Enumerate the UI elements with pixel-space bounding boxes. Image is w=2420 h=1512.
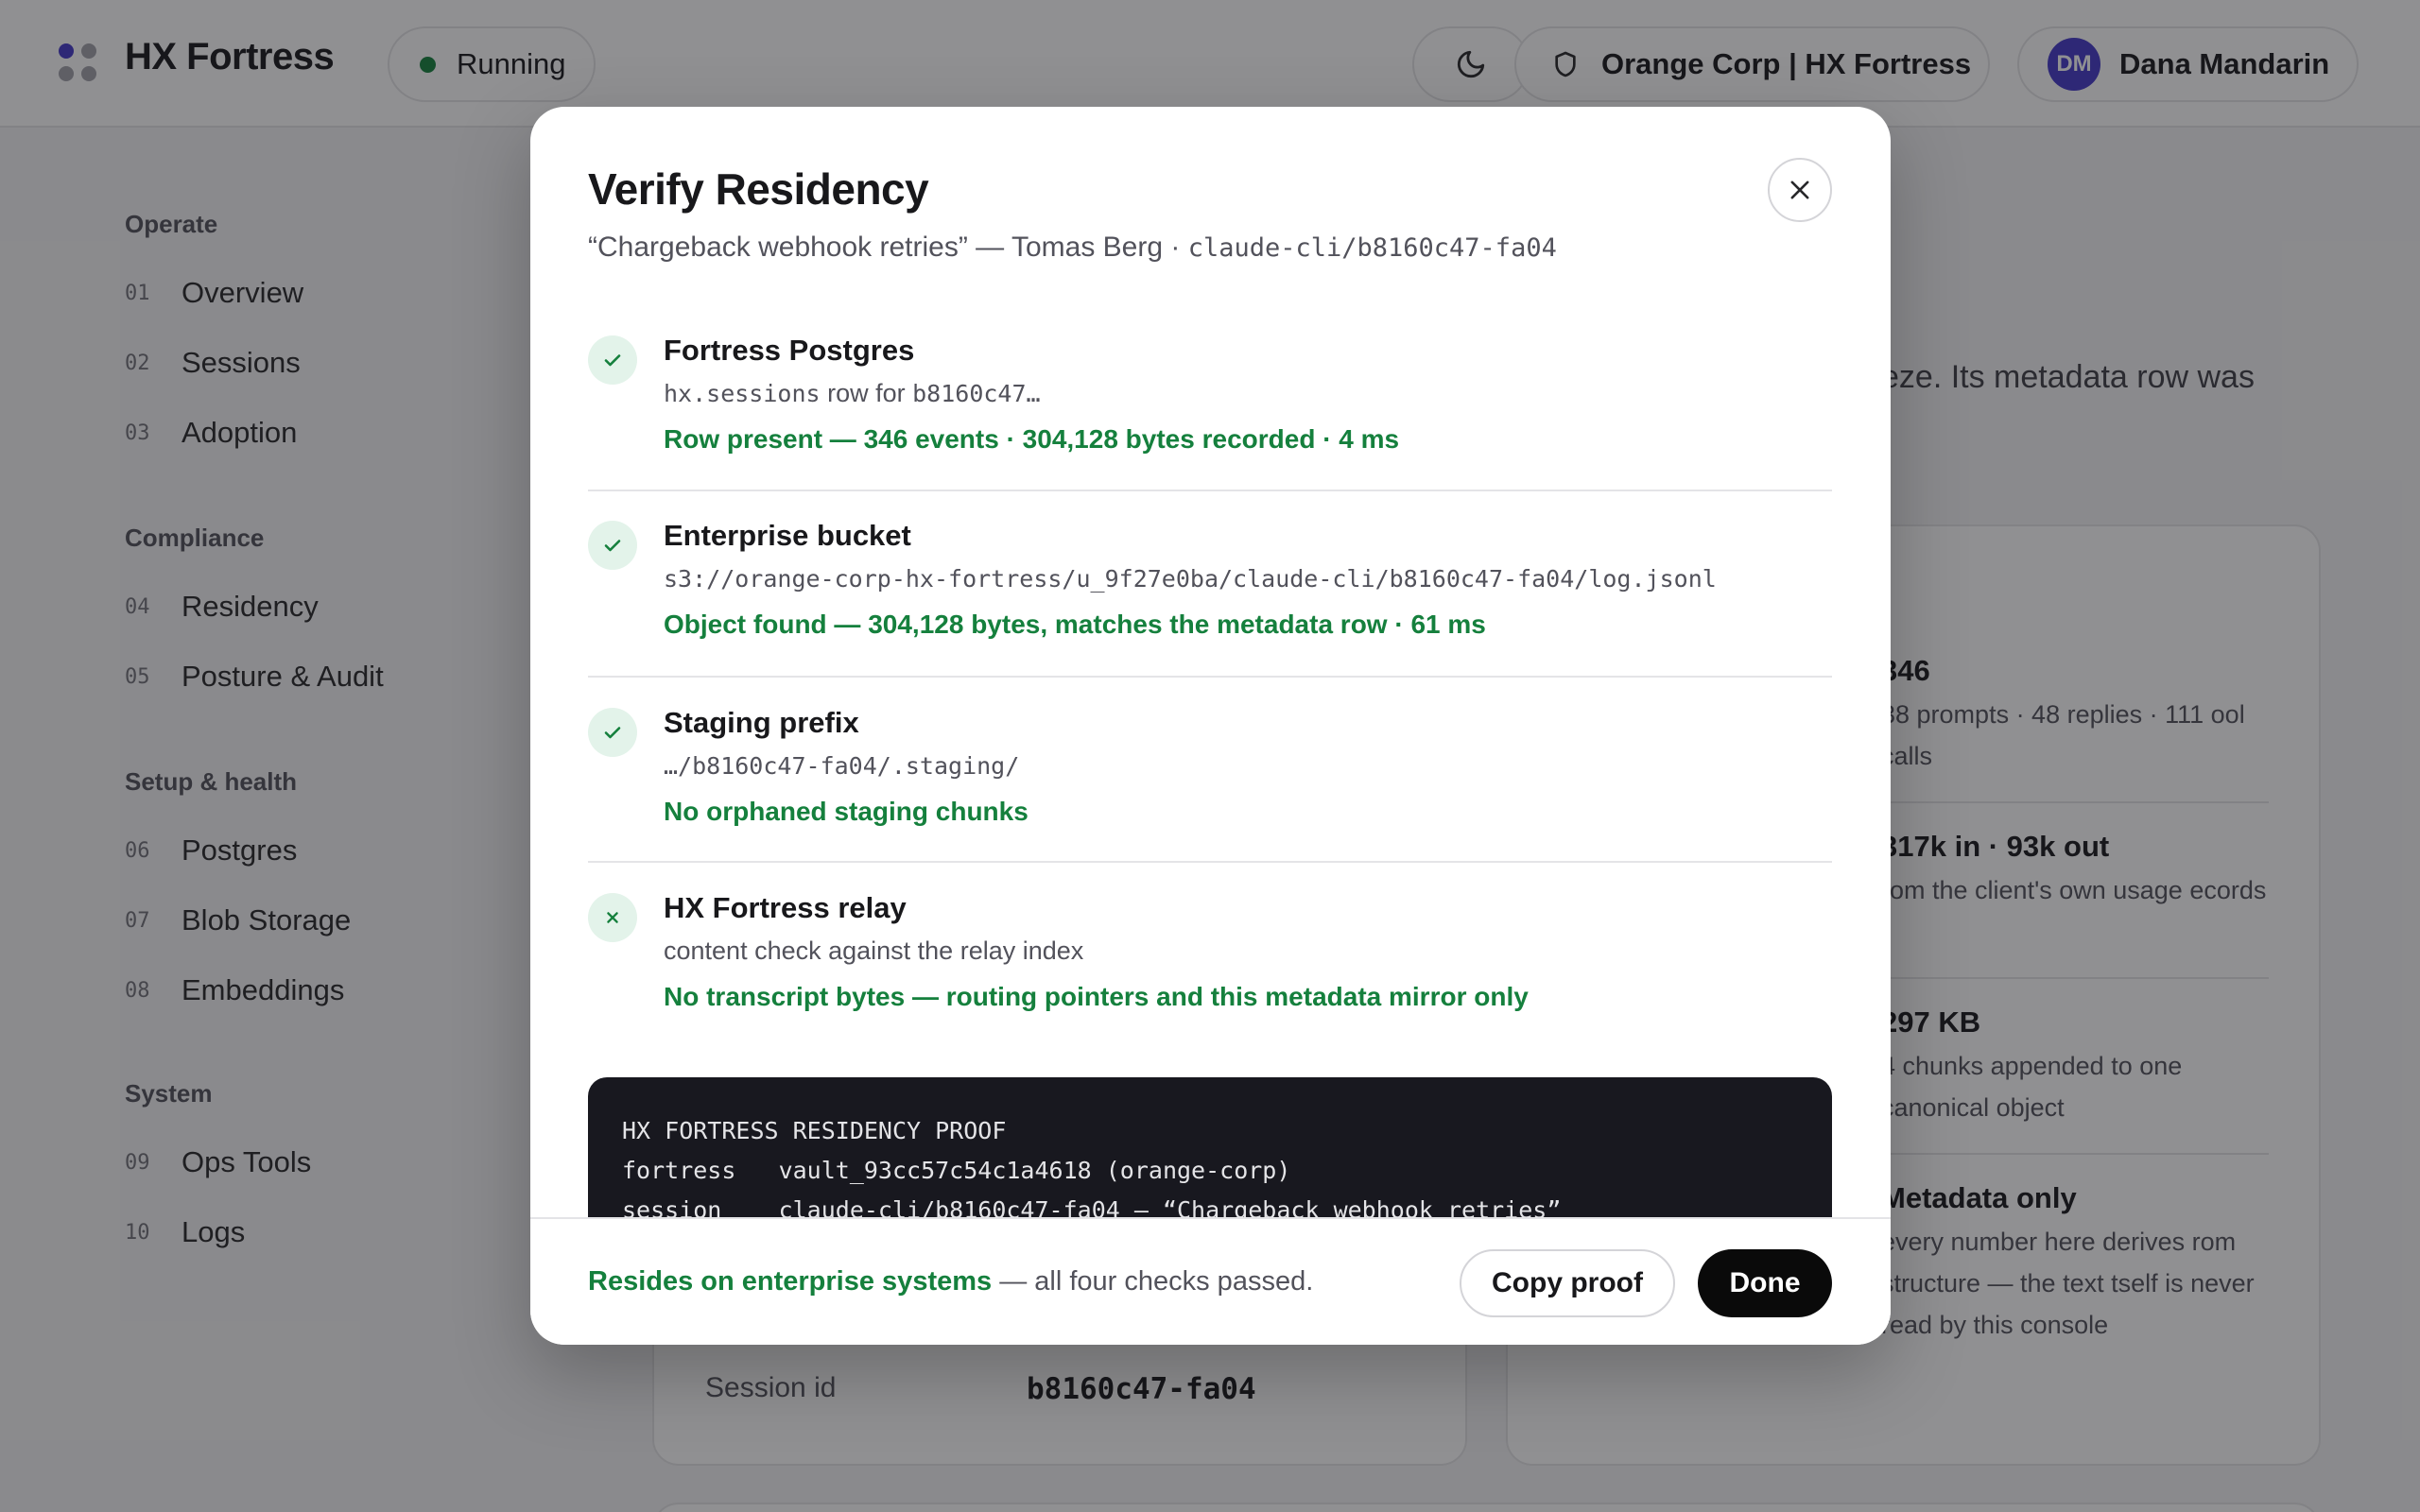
check-name: HX Fortress relay	[664, 891, 907, 924]
check-icon	[588, 708, 637, 757]
detail-code: s3://orange-corp-hx-fortress/u_9f27e0ba/…	[664, 565, 1717, 593]
copy-proof-button[interactable]: Copy proof	[1460, 1249, 1675, 1317]
check-result: Row present — 346 events · 304,128 bytes…	[664, 424, 1400, 454]
check-icon	[588, 521, 637, 570]
proof-line: fortress vault_93cc57c54c1a4618 (orange-…	[622, 1157, 1291, 1184]
check-result: No transcript bytes — routing pointers a…	[664, 982, 1529, 1011]
check-divider	[588, 676, 1832, 678]
dialog-footer: Resides on enterprise systems — all four…	[530, 1217, 1891, 1345]
close-icon	[1790, 180, 1809, 199]
footer-summary: — all four checks passed.	[992, 1266, 1314, 1297]
check-result: Object found — 304,128 bytes, matches th…	[664, 610, 1486, 639]
detail-code: b8160c47…	[912, 380, 1041, 407]
proof-line: HX FORTRESS RESIDENCY PROOF	[622, 1117, 1007, 1144]
check-divider	[588, 490, 1832, 491]
dialog-subtitle: “Chargeback webhook retries” — Tomas Ber…	[588, 232, 1557, 264]
check-result: No orphaned staging chunks	[664, 797, 1028, 826]
verify-residency-dialog: Verify Residency “Chargeback webhook ret…	[530, 107, 1891, 1345]
check-detail: hx.sessions row for b8160c47…	[664, 379, 1041, 408]
detail-code: hx.sessions	[664, 380, 821, 407]
check-detail: s3://orange-corp-hx-fortress/u_9f27e0ba/…	[664, 564, 1717, 593]
dialog-title: Verify Residency	[588, 164, 929, 214]
close-button[interactable]	[1768, 158, 1832, 222]
footer-message: Resides on enterprise systems — all four…	[588, 1266, 1313, 1297]
check-detail: …/b8160c47-fa04/.staging/	[664, 751, 1019, 781]
detail-text: row for	[820, 379, 913, 407]
session-path: claude-cli/b8160c47-fa04	[1187, 233, 1557, 263]
check-icon	[588, 335, 637, 385]
check-divider	[588, 861, 1832, 863]
detail-code: …/b8160c47-fa04/.staging/	[664, 752, 1020, 780]
check-name: Fortress Postgres	[664, 334, 915, 367]
x-icon	[588, 893, 637, 942]
check-detail: content check against the relay index	[664, 936, 1084, 965]
done-button[interactable]: Done	[1698, 1249, 1832, 1317]
session-title-author: “Chargeback webhook retries” — Tomas Ber…	[588, 232, 1188, 263]
check-name: Staging prefix	[664, 706, 859, 739]
footer-status: Resides on enterprise systems	[588, 1266, 993, 1297]
check-name: Enterprise bucket	[664, 519, 911, 552]
